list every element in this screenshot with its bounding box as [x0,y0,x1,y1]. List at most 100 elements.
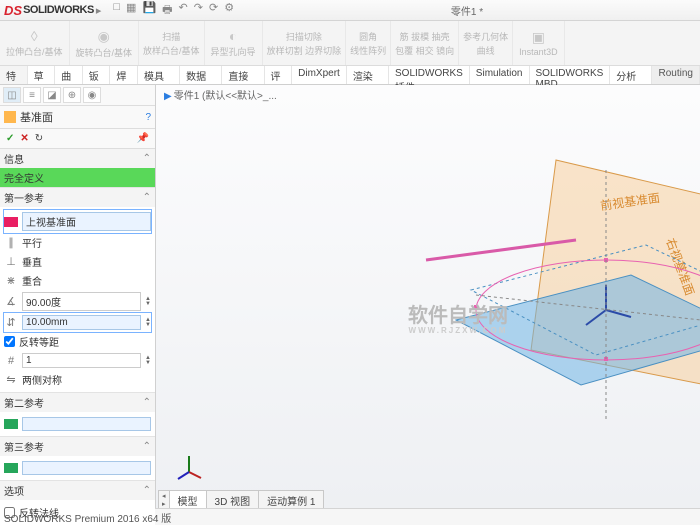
ribbon-cut-group[interactable]: 扫描切除放样切割 边界切除 [263,21,347,65]
qat-open-icon[interactable]: ▦ [126,1,136,20]
hole-icon: ◐ [229,28,237,44]
app-menu-dropdown-icon[interactable]: ▸ [96,4,102,17]
ok-button[interactable]: ✓ [6,133,14,144]
distance-input[interactable]: 10.00mm [22,315,141,330]
fm-tab-dim-icon[interactable]: ⊕ [63,87,81,103]
tab-addins[interactable]: SOLIDWORKS 插件 [389,66,470,84]
feature-manager-panel: ◫ ≡ ◪ ⊕ ◉ 基准面 ? ✓ ✕ ↻ 📌 信息⌃ 完全定义 第一参考⌃ [0,85,156,508]
qat-options-icon[interactable]: ⚙ [224,1,234,20]
angle-input[interactable]: 90.00度 [22,292,141,311]
third-reference-field-row[interactable] [4,459,151,477]
section-second-ref-header[interactable]: 第二参考⌃ [0,393,155,412]
command-tabs: 特征 草图 曲面 钣金 焊件 模具工具 数据迁移 直接编辑 评估 DimXper… [0,66,700,85]
tab-dimxpert[interactable]: DimXpert [292,66,347,84]
constraint-perpendicular[interactable]: ⊥垂直 [4,252,151,271]
qat-redo-icon[interactable]: ↷ [194,1,203,20]
ribbon-instant3d[interactable]: ▣Instant3D [513,21,565,65]
coincident-icon: ⋇ [4,274,18,287]
ribbon-revolve-boss[interactable]: ◉旋转凸台/基体 [70,21,140,65]
tab-datamigration[interactable]: 数据迁移 [180,66,222,84]
chevron-up-icon: ⌃ [143,192,151,203]
logo-text: SOLIDWORKS [23,4,94,16]
view-triad-icon[interactable] [174,452,204,482]
ribbon-fillet-group[interactable]: 圆角线性阵列 [346,21,391,65]
constraint-coincident[interactable]: ⋇重合 [4,271,151,290]
tab-mbd[interactable]: SOLIDWORKS MBD [530,66,611,84]
logo-mark: DS [4,3,22,18]
flip-offset-row: 反转等距 [4,332,151,351]
fm-tab-property-icon[interactable]: ≡ [23,87,41,103]
section-options-header[interactable]: 选项⌃ [0,481,155,500]
document-title: 零件1 * [234,3,700,18]
tab-evaluate[interactable]: 评估 [265,66,293,84]
qat-new-icon[interactable]: □ [113,1,120,20]
count-input[interactable]: 1 [22,353,141,368]
help-icon[interactable]: ? [145,112,151,123]
reference-color-icon [4,217,18,227]
tab-weldments[interactable]: 焊件 [110,66,138,84]
app-logo: DS SOLIDWORKS ▸ [0,3,105,18]
chevron-up-icon: ⌃ [143,397,151,408]
ribbon-rib-group[interactable]: 筋 拔模 抽壳包覆 相交 镜向 [391,21,459,65]
breadcrumb[interactable]: ▶零件1 (默认<<默认>_... [164,87,277,102]
tab-directedit[interactable]: 直接编辑 [222,66,264,84]
ribbon-sweep[interactable]: 扫描放样凸台/基体 [139,21,205,65]
pin-icon[interactable]: 📌 [137,133,149,144]
flip-offset-checkbox[interactable] [4,336,15,347]
redo-button[interactable]: ↻ [35,133,43,144]
fm-tab-tree-icon[interactable]: ◫ [3,87,21,103]
model-scene: 前视基准面 右视基准面 [416,145,700,445]
graphics-viewport[interactable]: ▶零件1 (默认<<默认>_... 前视基准面 右视基准面 软件自学网WWW.R… [156,85,700,508]
first-reference-field-row[interactable]: 上视基准面 [4,210,151,233]
qat-undo-icon[interactable]: ↶ [179,1,188,20]
distance-spinner[interactable]: ▲▼ [145,318,151,328]
quick-access-toolbar: □ ▦ 💾 🖶 ↶ ↷ ⟳ ⚙ [113,1,234,20]
second-reference-field[interactable] [22,417,151,431]
section-third-ref-header[interactable]: 第三参考⌃ [0,437,155,456]
tab-simulation[interactable]: Simulation [470,66,530,84]
extrude-icon: ◊ [31,28,38,44]
tab-sketch[interactable]: 草图 [28,66,56,84]
count-spinner[interactable]: ▲▼ [145,356,151,366]
plane-icon [4,111,16,123]
tab-moldtools[interactable]: 模具工具 [138,66,180,84]
mirror-icon: ⇋ [4,373,18,386]
tab-render[interactable]: 渲染工具 [347,66,389,84]
third-reference-field[interactable] [22,461,151,475]
ribbon-hole-wizard[interactable]: ◐异型孔向导 [205,21,263,65]
tab-surfaces[interactable]: 曲面 [55,66,83,84]
mirror-row[interactable]: ⇋两侧对称 [4,370,151,389]
instant3d-icon: ▣ [532,29,545,46]
constraint-parallel[interactable]: ∥平行 [4,233,151,252]
section-first-ref-header[interactable]: 第一参考⌃ [0,188,155,207]
ribbon-reference-group[interactable]: 参考几何体曲线 [459,21,513,65]
tab-features[interactable]: 特征 [0,66,28,84]
bottom-tab-3dview[interactable]: 3D 视图 [206,490,260,508]
tab-analysis-prep[interactable]: 分析准备 [610,66,652,84]
definition-status: 完全定义 [0,168,155,187]
angle-icon: ∡ [4,295,18,308]
chevron-up-icon: ⌃ [143,153,151,164]
qat-print-icon[interactable]: 🖶 [162,1,172,20]
first-reference-field[interactable]: 上视基准面 [22,212,151,231]
breadcrumb-arrow-icon: ▶ [164,91,172,102]
cancel-button[interactable]: ✕ [20,133,28,144]
fm-tab-display-icon[interactable]: ◉ [83,87,101,103]
qat-save-icon[interactable]: 💾 [142,1,156,20]
tab-routing[interactable]: Routing [652,66,699,84]
title-bar: DS SOLIDWORKS ▸ □ ▦ 💾 🖶 ↶ ↷ ⟳ ⚙ 零件1 * [0,0,700,21]
fm-tab-config-icon[interactable]: ◪ [43,87,61,103]
pm-controls: ✓ ✕ ↻ 📌 [0,129,155,149]
pm-header: 基准面 ? [0,106,155,129]
qat-rebuild-icon[interactable]: ⟳ [209,1,218,20]
ribbon-extrude-boss[interactable]: ◊拉伸凸台/基体 [0,21,70,65]
second-reference-field-row[interactable] [4,415,151,433]
section-info-header[interactable]: 信息⌃ [0,149,155,168]
chevron-up-icon: ⌃ [143,441,151,452]
perpendicular-icon: ⊥ [4,255,18,268]
bottom-tab-model[interactable]: 模型 [169,490,207,508]
bottom-tab-motion[interactable]: 运动算例 1 [258,490,324,508]
angle-spinner[interactable]: ▲▼ [145,297,151,307]
tab-sheetmetal[interactable]: 钣金 [83,66,111,84]
count-icon: # [4,355,18,367]
